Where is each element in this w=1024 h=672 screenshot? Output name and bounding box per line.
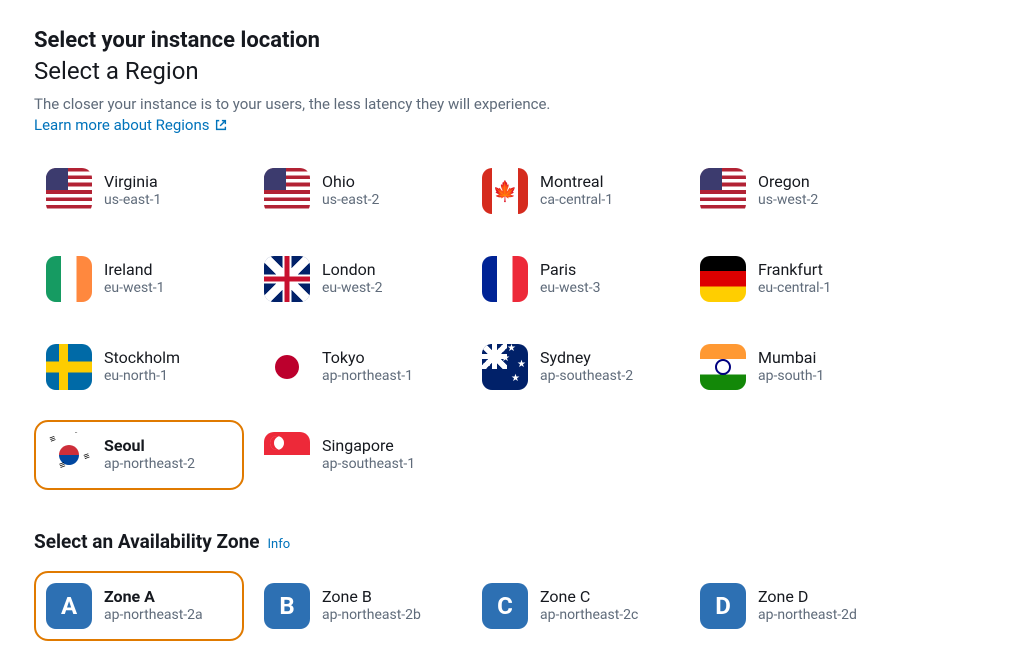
region-code: eu-central-1 bbox=[758, 280, 831, 298]
learn-more-link[interactable]: Learn more about Regions bbox=[34, 116, 228, 134]
flag-icon bbox=[700, 256, 746, 302]
region-code: eu-west-2 bbox=[322, 280, 383, 298]
zone-name: Zone A bbox=[104, 587, 203, 607]
region-card-eu-west-3[interactable]: Pariseu-west-3 bbox=[470, 244, 680, 314]
region-code: eu-west-1 bbox=[104, 280, 165, 298]
region-card-us-east-1[interactable]: Virginiaus-east-1 bbox=[34, 156, 244, 226]
maple-leaf-icon: 🍁 bbox=[493, 179, 518, 203]
learn-more-text: Learn more about Regions bbox=[34, 116, 210, 134]
region-name: Frankfurt bbox=[758, 260, 831, 280]
region-card-eu-west-2[interactable]: Londoneu-west-2 bbox=[252, 244, 462, 314]
region-name: Oregon bbox=[758, 172, 818, 192]
region-card-eu-central-1[interactable]: Frankfurteu-central-1 bbox=[688, 244, 898, 314]
zone-letter-icon: A bbox=[46, 583, 92, 629]
zone-name: Zone B bbox=[322, 587, 421, 607]
region-card-eu-west-1[interactable]: Irelandeu-west-1 bbox=[34, 244, 244, 314]
region-code: ca-central-1 bbox=[540, 192, 613, 210]
zone-card-a[interactable]: A Zone Aap-northeast-2a bbox=[34, 571, 244, 641]
region-card-ap-southeast-1[interactable]: Singaporeap-southeast-1 bbox=[252, 420, 462, 490]
region-name: Stockholm bbox=[104, 348, 180, 368]
region-card-ap-southeast-2[interactable]: Sydneyap-southeast-2 bbox=[470, 332, 680, 402]
region-card-us-east-2[interactable]: Ohious-east-2 bbox=[252, 156, 462, 226]
flag-icon bbox=[46, 168, 92, 214]
region-code: eu-west-3 bbox=[540, 280, 601, 298]
region-code: ap-northeast-2 bbox=[104, 456, 195, 474]
zone-code: ap-northeast-2a bbox=[104, 607, 203, 625]
zone-letter-icon: B bbox=[264, 583, 310, 629]
zone-card-c[interactable]: C Zone Cap-northeast-2c bbox=[470, 571, 680, 641]
region-code: eu-north-1 bbox=[104, 368, 180, 386]
region-name: Virginia bbox=[104, 172, 161, 192]
page-title: Select your instance location bbox=[34, 28, 990, 53]
flag-icon bbox=[46, 344, 92, 390]
flag-icon bbox=[700, 168, 746, 214]
flag-icon bbox=[46, 256, 92, 302]
zone-code: ap-northeast-2c bbox=[540, 607, 638, 625]
region-name: Sydney bbox=[540, 348, 633, 368]
region-code: ap-northeast-1 bbox=[322, 368, 413, 386]
region-code: ap-southeast-1 bbox=[322, 456, 415, 474]
region-code: us-east-2 bbox=[322, 192, 379, 210]
section-region-title: Select a Region bbox=[34, 57, 990, 85]
region-card-ap-northeast-1[interactable]: Tokyoap-northeast-1 bbox=[252, 332, 462, 402]
external-link-icon bbox=[214, 118, 228, 132]
zone-code: ap-northeast-2d bbox=[758, 607, 857, 625]
region-description: The closer your instance is to your user… bbox=[34, 95, 990, 113]
zone-letter-icon: C bbox=[482, 583, 528, 629]
flag-icon bbox=[46, 432, 92, 478]
region-name: Seoul bbox=[104, 436, 195, 456]
region-grid: Virginiaus-east-1Ohious-east-2🍁Montrealc… bbox=[34, 156, 990, 490]
flag-icon bbox=[264, 344, 310, 390]
region-name: London bbox=[322, 260, 383, 280]
section-az-title: Select an Availability Zone Info bbox=[34, 530, 290, 553]
region-code: ap-south-1 bbox=[758, 368, 824, 386]
flag-icon bbox=[482, 256, 528, 302]
region-name: Ireland bbox=[104, 260, 165, 280]
region-name: Ohio bbox=[322, 172, 379, 192]
flag-icon bbox=[264, 432, 310, 478]
region-name: Mumbai bbox=[758, 348, 824, 368]
zone-code: ap-northeast-2b bbox=[322, 607, 421, 625]
region-name: Paris bbox=[540, 260, 601, 280]
zone-letter-icon: D bbox=[700, 583, 746, 629]
region-card-ap-northeast-2[interactable]: Seoulap-northeast-2 bbox=[34, 420, 244, 490]
az-heading-text: Select an Availability Zone bbox=[34, 530, 259, 553]
zone-name: Zone C bbox=[540, 587, 638, 607]
region-name: Tokyo bbox=[322, 348, 413, 368]
region-name: Singapore bbox=[322, 436, 415, 456]
region-code: us-east-1 bbox=[104, 192, 161, 210]
region-card-ap-south-1[interactable]: Mumbaiap-south-1 bbox=[688, 332, 898, 402]
region-name: Montreal bbox=[540, 172, 613, 192]
region-code: ap-southeast-2 bbox=[540, 368, 633, 386]
region-code: us-west-2 bbox=[758, 192, 818, 210]
zone-name: Zone D bbox=[758, 587, 857, 607]
flag-icon bbox=[482, 344, 528, 390]
region-card-ca-central-1[interactable]: 🍁 Montrealca-central-1 bbox=[470, 156, 680, 226]
region-card-eu-north-1[interactable]: Stockholmeu-north-1 bbox=[34, 332, 244, 402]
zone-card-b[interactable]: B Zone Bap-northeast-2b bbox=[252, 571, 462, 641]
flag-icon: 🍁 bbox=[482, 168, 528, 214]
az-info-link[interactable]: Info bbox=[267, 537, 290, 552]
flag-icon bbox=[264, 168, 310, 214]
zone-grid: AZone Aap-northeast-2aBZone Bap-northeas… bbox=[34, 571, 990, 641]
region-card-us-west-2[interactable]: Oregonus-west-2 bbox=[688, 156, 898, 226]
flag-icon bbox=[700, 344, 746, 390]
flag-icon bbox=[264, 256, 310, 302]
zone-card-d[interactable]: D Zone Dap-northeast-2d bbox=[688, 571, 898, 641]
